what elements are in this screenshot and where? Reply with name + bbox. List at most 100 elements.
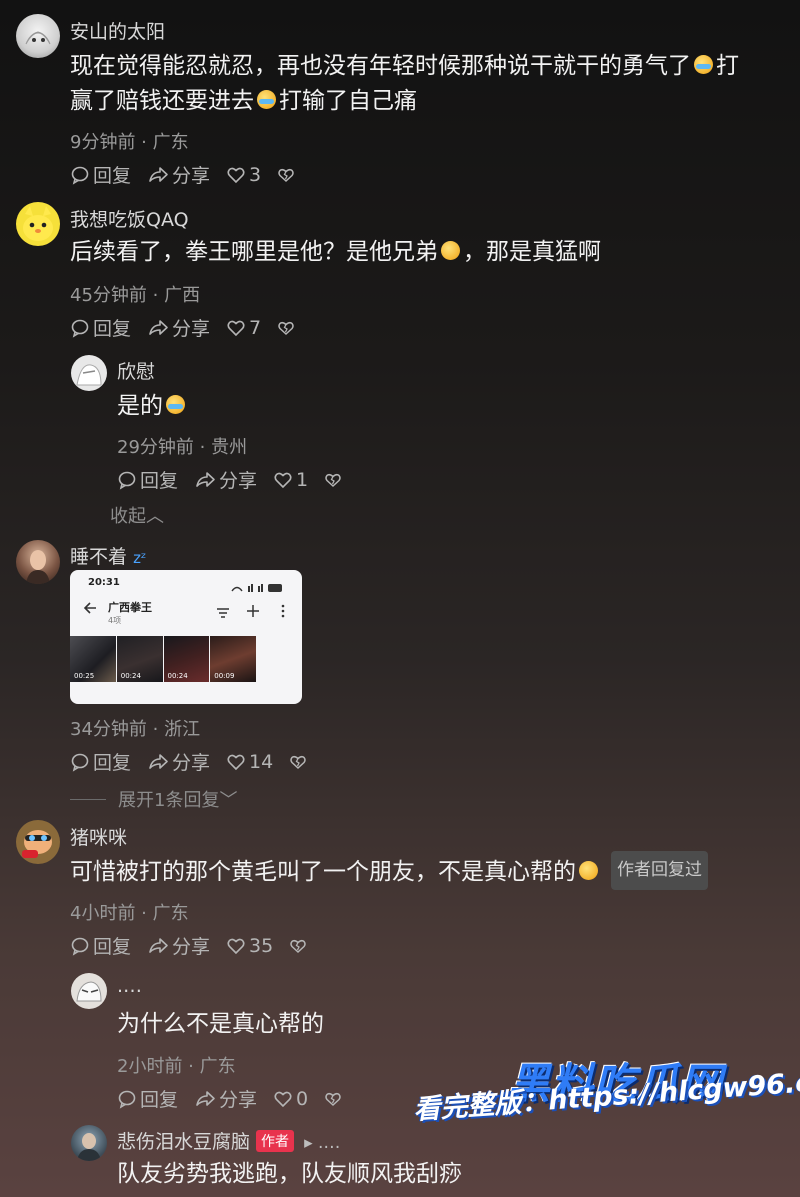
share-button[interactable]: 分享 — [147, 932, 210, 959]
share-arrow-icon — [149, 753, 168, 769]
share-button[interactable]: 分享 — [147, 161, 210, 188]
share-label: 分享 — [172, 936, 211, 958]
more-options-icon[interactable] — [280, 603, 286, 622]
reply-meta: 29分钟前 · 贵州 — [117, 437, 248, 458]
author-badge: 作者 — [256, 1130, 295, 1152]
dislike-button[interactable] — [324, 471, 345, 489]
comment-image-card[interactable]: 20:31 广西拳王 4项 00:25 00:24 00:24 00:09 — [70, 570, 302, 704]
avatar-image — [76, 981, 102, 1002]
reply-bubble-icon — [118, 1090, 136, 1109]
avatar-image — [25, 31, 51, 45]
avatar-image — [23, 206, 53, 241]
collapse-replies-button[interactable]: 收起︿ — [110, 502, 164, 528]
share-button[interactable]: 分享 — [194, 466, 257, 493]
reply-username[interactable]: 悲伤泪水豆腐脑 作者 ▸ .… — [117, 1127, 340, 1154]
avatar[interactable] — [16, 202, 60, 246]
like-button[interactable]: 1 — [273, 469, 308, 491]
reply-text: 队友劣势我逃跑，队友顺风我刮痧 — [117, 1161, 462, 1187]
heart-icon — [227, 938, 245, 954]
dislike-button[interactable] — [289, 937, 310, 955]
video-duration: 00:25 — [74, 672, 95, 680]
share-button[interactable]: 分享 — [147, 314, 210, 341]
avatar[interactable] — [16, 820, 60, 864]
emoji-icon — [441, 241, 460, 260]
reply-button[interactable]: 回复 — [117, 466, 178, 493]
video-thumbnail[interactable]: 00:09 — [210, 636, 256, 682]
status-icons — [230, 578, 286, 597]
album-title: 广西拳王 — [108, 601, 152, 614]
share-arrow-icon — [196, 1090, 215, 1106]
add-icon[interactable] — [246, 603, 260, 622]
reply-button[interactable]: 回复 — [70, 314, 131, 341]
avatar-image — [77, 1133, 101, 1161]
dislike-button[interactable] — [277, 166, 298, 184]
username-text: 睡不着 — [70, 546, 128, 568]
video-duration: 00:24 — [167, 672, 188, 680]
reply-meta: 2小时前 · 广东 — [117, 1056, 236, 1077]
laugh-cry-emoji-icon — [166, 395, 185, 414]
comment-username[interactable]: 我想吃饭QAQ — [70, 205, 189, 232]
like-count: 7 — [249, 316, 262, 339]
dislike-button[interactable] — [289, 753, 310, 771]
like-button[interactable]: 35 — [226, 935, 273, 957]
share-button[interactable]: 分享 — [194, 1085, 257, 1112]
expand-replies-button[interactable]: 展开1条回复 ﹀ — [70, 786, 237, 812]
avatar[interactable] — [71, 973, 107, 1009]
avatar[interactable] — [71, 355, 107, 391]
like-count: 3 — [249, 163, 262, 186]
dislike-button[interactable] — [324, 1090, 345, 1108]
share-button[interactable]: 分享 — [147, 748, 210, 775]
comment-username[interactable]: 安山的太阳 — [70, 17, 165, 44]
broken-heart-icon — [290, 755, 306, 769]
avatar[interactable] — [16, 14, 60, 58]
username-text: 悲伤泪水豆腐脑 — [117, 1131, 251, 1153]
comment-meta: 34分钟前 · 浙江 — [70, 719, 201, 740]
reply-username[interactable]: 欣慰 — [117, 357, 155, 384]
reply-bubble-icon — [71, 753, 89, 772]
avatar[interactable] — [16, 540, 60, 584]
like-button[interactable]: 3 — [226, 164, 261, 186]
like-button[interactable]: 14 — [226, 751, 273, 773]
comment-actions: 回复 分享 14 — [70, 748, 326, 775]
comment-text: 赢了赔钱还要进去 打输了自己痛 — [70, 83, 417, 120]
broken-heart-icon — [278, 321, 294, 335]
like-button[interactable]: 0 — [273, 1088, 308, 1110]
share-label: 分享 — [219, 1089, 258, 1111]
avatar[interactable] — [71, 1125, 107, 1161]
like-count: 35 — [249, 934, 274, 957]
like-count: 14 — [249, 750, 274, 773]
video-thumbnail[interactable]: 00:24 — [163, 636, 210, 682]
reply-text: 为什么不是真心帮的 — [117, 1011, 324, 1037]
heart-icon — [274, 1091, 292, 1107]
share-arrow-icon — [149, 166, 168, 182]
reply-actions: 回复 分享 1 — [117, 466, 361, 493]
reply-button[interactable]: 回复 — [70, 161, 131, 188]
back-arrow-icon[interactable] — [82, 600, 98, 620]
reply-label: 回复 — [93, 752, 132, 774]
reply-username[interactable]: .… — [117, 975, 142, 997]
comment-actions: 回复 分享 35 — [70, 932, 326, 959]
avatar-image — [26, 550, 50, 584]
comment-username[interactable]: 猪咪咪 — [70, 823, 127, 850]
reply-button[interactable]: 回复 — [70, 748, 131, 775]
filter-icon[interactable] — [216, 604, 230, 623]
dislike-button[interactable] — [277, 319, 298, 337]
comment-username[interactable]: 睡不着 zᶻ — [70, 542, 146, 569]
thumbnail-row: 00:25 00:24 00:24 00:09 — [70, 636, 256, 682]
comment-meta: 4小时前 · 广东 — [70, 903, 189, 924]
heart-icon — [227, 754, 245, 770]
share-arrow-icon — [149, 319, 168, 335]
reply-button[interactable]: 回复 — [70, 932, 131, 959]
reply-button[interactable]: 回复 — [117, 1085, 178, 1112]
share-label: 分享 — [219, 470, 258, 492]
avatar-image — [76, 364, 102, 386]
video-thumbnail[interactable]: 00:25 — [70, 636, 116, 682]
reply-label: 回复 — [140, 1089, 179, 1111]
comment-meta: 45分钟前 · 广西 — [70, 285, 201, 306]
reply-to-target[interactable]: ▸ .… — [304, 1133, 340, 1153]
album-subtitle: 4项 — [108, 616, 122, 625]
like-button[interactable]: 7 — [226, 317, 261, 339]
video-thumbnail[interactable]: 00:24 — [116, 636, 163, 682]
comment-text-part: 打 — [716, 53, 739, 79]
reply-label: 回复 — [93, 318, 132, 340]
